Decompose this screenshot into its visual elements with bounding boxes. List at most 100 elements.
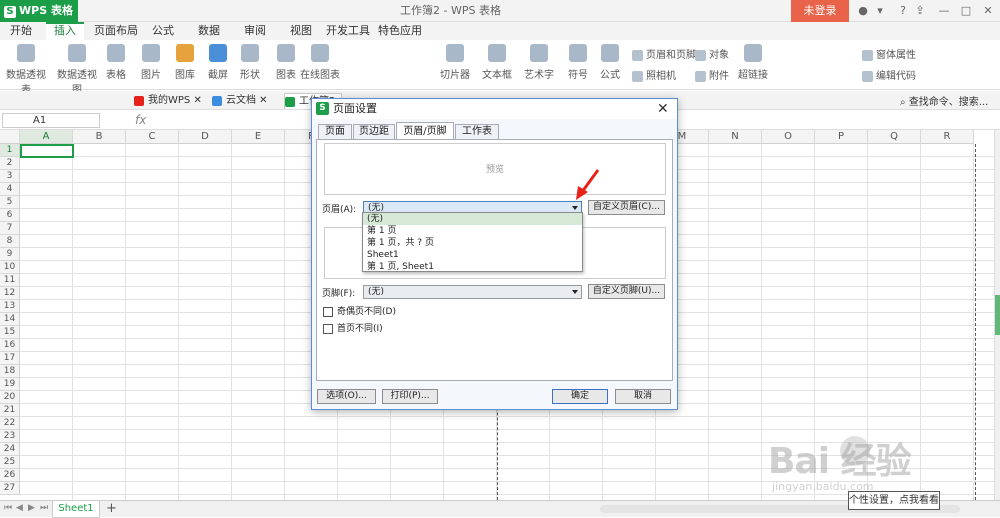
options-button[interactable]: 选项(O)...: [317, 389, 376, 404]
table-button[interactable]: 表格: [104, 44, 128, 81]
row-header[interactable]: 10: [0, 261, 20, 274]
scroll-thumb[interactable]: [995, 295, 1000, 335]
tab-mywps[interactable]: 我的WPS ✕: [134, 93, 202, 109]
online-chart-button[interactable]: 在线图表: [300, 44, 340, 81]
column-header[interactable]: E: [232, 130, 285, 144]
prev-sheet-icon[interactable]: ◀: [16, 503, 23, 513]
list-item[interactable]: 第 1 页: [363, 225, 582, 237]
list-item[interactable]: (无): [363, 213, 582, 225]
textbox-button[interactable]: 文本框: [482, 44, 512, 81]
ok-button[interactable]: 确定: [552, 389, 608, 404]
symbol-button[interactable]: 符号: [566, 44, 590, 81]
row-header[interactable]: 1: [0, 144, 20, 157]
row-header[interactable]: 23: [0, 430, 20, 443]
row-header[interactable]: 19: [0, 378, 20, 391]
skin-icon[interactable]: ●: [855, 3, 871, 19]
row-header[interactable]: 8: [0, 235, 20, 248]
column-header[interactable]: Q: [868, 130, 921, 144]
row-header[interactable]: 4: [0, 183, 20, 196]
row-header[interactable]: 11: [0, 274, 20, 287]
row-header[interactable]: 24: [0, 443, 20, 456]
tab-header-footer[interactable]: 页眉/页脚: [396, 122, 454, 140]
pivot-chart-button[interactable]: 数据透视图: [54, 44, 100, 96]
shapes-button[interactable]: 形状: [236, 44, 264, 81]
column-header[interactable]: C: [126, 130, 179, 144]
pivot-table-button[interactable]: 数据透视表: [3, 44, 49, 96]
header-dropdown-list[interactable]: (无) 第 1 页 第 1 页，共 ? 页 Sheet1 第 1 页, Shee…: [362, 212, 583, 272]
form-properties-button[interactable]: 窗体属性: [862, 46, 916, 61]
help-icon[interactable]: ?: [895, 3, 911, 19]
row-header[interactable]: 12: [0, 287, 20, 300]
edit-code-button[interactable]: 编辑代码: [862, 67, 916, 82]
object-button[interactable]: 对象: [695, 46, 729, 61]
command-search[interactable]: ⌕ 查找命令、搜索...: [900, 93, 988, 108]
wordart-button[interactable]: 艺术字: [522, 44, 556, 81]
next-sheet-icon[interactable]: ▶: [28, 503, 35, 513]
row-header[interactable]: 15: [0, 326, 20, 339]
picture-button[interactable]: 图片: [138, 44, 164, 81]
first-page-checkbox[interactable]: 首页不同(I): [323, 321, 383, 334]
minimize-icon[interactable]: —: [936, 3, 952, 19]
tab-view[interactable]: 视图: [286, 22, 316, 40]
login-button[interactable]: 未登录: [791, 0, 849, 22]
tab-page[interactable]: 页面: [318, 124, 352, 139]
account-icon[interactable]: ▾: [872, 3, 888, 19]
close-icon[interactable]: ✕: [657, 101, 669, 117]
tab-data[interactable]: 数据: [194, 22, 224, 40]
row-header[interactable]: 25: [0, 456, 20, 469]
tab-home[interactable]: 开始: [6, 22, 36, 40]
footer-select[interactable]: (无): [363, 285, 582, 299]
list-item[interactable]: 第 1 页, Sheet1: [363, 261, 582, 273]
column-header[interactable]: A: [20, 130, 73, 144]
hyperlink-button[interactable]: 超链接: [738, 44, 768, 81]
row-header[interactable]: 6: [0, 209, 20, 222]
odd-even-checkbox[interactable]: 奇偶页不同(D): [323, 304, 396, 317]
list-item[interactable]: Sheet1: [363, 249, 582, 261]
row-header[interactable]: 3: [0, 170, 20, 183]
add-sheet-icon[interactable]: +: [106, 501, 117, 517]
chart-button[interactable]: 图表: [274, 44, 298, 81]
attachment-button[interactable]: 附件: [695, 67, 729, 82]
tab-margins[interactable]: 页边距: [353, 124, 395, 139]
custom-header-button[interactable]: 自定义页眉(C)...: [588, 200, 665, 215]
fx-icon[interactable]: fx: [135, 113, 146, 127]
close-icon[interactable]: ✕: [980, 3, 996, 19]
vertical-scrollbar[interactable]: [994, 130, 1000, 500]
personalize-tooltip[interactable]: 个性设置，点我看看: [848, 491, 940, 510]
column-header[interactable]: D: [179, 130, 232, 144]
list-item[interactable]: 第 1 页，共 ? 页: [363, 237, 582, 249]
tab-formulas[interactable]: 公式: [148, 22, 178, 40]
tab-developer[interactable]: 开发工具: [326, 22, 370, 40]
row-header[interactable]: 22: [0, 417, 20, 430]
maximize-icon[interactable]: □: [958, 3, 974, 19]
tab-review[interactable]: 审阅: [240, 22, 270, 40]
tab-special[interactable]: 特色应用: [378, 22, 422, 40]
camera-button[interactable]: 照相机: [632, 67, 676, 82]
column-header[interactable]: P: [815, 130, 868, 144]
row-header[interactable]: 27: [0, 482, 20, 495]
row-header[interactable]: 5: [0, 196, 20, 209]
row-header[interactable]: 7: [0, 222, 20, 235]
gallery-button[interactable]: 图库: [170, 44, 200, 81]
screenshot-button[interactable]: 截屏: [203, 44, 233, 81]
print-button[interactable]: 打印(P)...: [382, 389, 438, 404]
slicer-button[interactable]: 切片器: [440, 44, 470, 81]
column-header[interactable]: O: [762, 130, 815, 144]
row-header[interactable]: 2: [0, 157, 20, 170]
tab-insert[interactable]: 插入: [46, 22, 84, 40]
select-all-corner[interactable]: [0, 130, 20, 144]
first-sheet-icon[interactable]: ⏮: [4, 503, 12, 513]
name-box[interactable]: A1: [2, 113, 100, 128]
tab-page-layout[interactable]: 页面布局: [94, 22, 138, 40]
row-header[interactable]: 14: [0, 313, 20, 326]
cancel-button[interactable]: 取消: [615, 389, 671, 404]
row-header[interactable]: 20: [0, 391, 20, 404]
column-header[interactable]: R: [921, 130, 974, 144]
column-header[interactable]: N: [709, 130, 762, 144]
row-header[interactable]: 26: [0, 469, 20, 482]
equation-button[interactable]: 公式: [598, 44, 622, 81]
tab-worksheet[interactable]: 工作表: [455, 124, 499, 139]
row-header[interactable]: 13: [0, 300, 20, 313]
app-menu-button[interactable]: SWPS 表格 ▾: [0, 0, 78, 39]
custom-footer-button[interactable]: 自定义页脚(U)...: [588, 284, 665, 299]
